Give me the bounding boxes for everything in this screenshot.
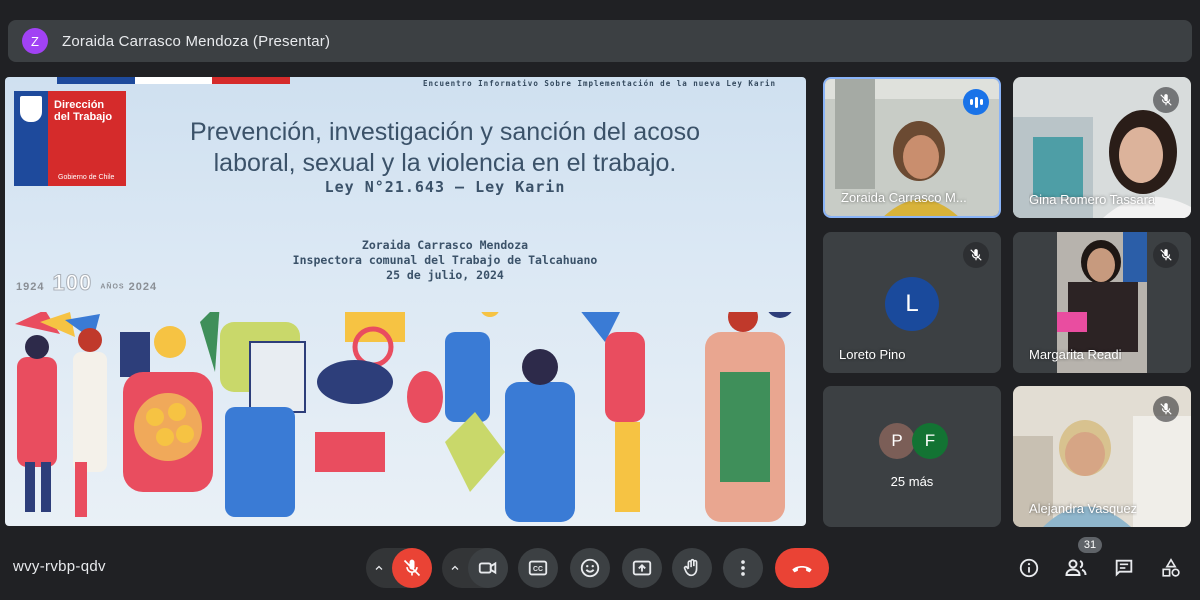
year-start: 1924 — [16, 281, 45, 293]
slide-subtitle: Ley N°21.643 – Ley Karin — [324, 178, 566, 196]
participant-tile-alejandra[interactable]: Alejandra Vasquez — [1013, 386, 1191, 527]
direccion-trabajo-logo: Dirección del Trabajo Gobierno de Chile — [14, 91, 126, 186]
people-icon — [1065, 559, 1087, 576]
participant-tile-loreto[interactable]: L Loreto Pino — [823, 232, 1001, 373]
raise-hand-button[interactable] — [672, 548, 712, 588]
logo-text-line2: del Trabajo — [54, 111, 113, 123]
microphone-off-icon — [1153, 396, 1179, 422]
flag-strip — [57, 77, 291, 84]
participant-tile-zoraida[interactable]: Zoraida Carrasco M... — [823, 77, 1001, 218]
chat-button[interactable] — [1108, 552, 1140, 584]
presenter-title: Zoraida Carrasco Mendoza (Presentar) — [62, 32, 331, 50]
microphone-off-icon — [1153, 242, 1179, 268]
slide-title-line1: Prevención, investigación y sanción del … — [189, 118, 701, 146]
info-icon — [1019, 558, 1039, 578]
slide-presenter-name: Zoraida Carrasco Mendoza — [361, 238, 529, 252]
microphone-off-icon — [403, 559, 421, 577]
meeting-info-button[interactable] — [1013, 552, 1045, 584]
captions-icon: CC — [528, 560, 548, 576]
avatar: F — [912, 423, 948, 459]
presenter-bar: Z Zoraida Carrasco Mendoza (Presentar) — [8, 20, 1192, 62]
slide-title-line2: laboral, sexual y la violencia en el tra… — [213, 149, 677, 177]
avatar: P — [879, 423, 915, 459]
speaking-icon — [963, 89, 989, 115]
camera-button[interactable] — [468, 548, 508, 588]
more-participants-label: 25 más — [890, 474, 934, 489]
microphone-off-button[interactable] — [392, 548, 432, 588]
people-count-badge: 31 — [1078, 537, 1102, 553]
slide-presenter-info: Zoraida Carrasco Mendoza Inspectora comu… — [205, 238, 685, 283]
emoji-button[interactable] — [570, 548, 610, 588]
activities-icon — [1162, 558, 1180, 577]
participant-name: Gina Romero Tassara — [1029, 192, 1156, 207]
year-end: 2024 — [128, 281, 158, 293]
year-label: AÑOS — [100, 283, 125, 291]
logo-gobierno: Gobierno de Chile — [58, 174, 115, 181]
captions-button[interactable]: CC — [518, 548, 558, 588]
emoji-icon — [580, 558, 600, 578]
end-call-icon — [792, 565, 812, 573]
slide-header: Encuentro Informativo Sobre Implementaci… — [423, 79, 776, 88]
participant-name: Loreto Pino — [839, 347, 906, 362]
participant-tile-margarita[interactable]: Margarita Readi — [1013, 232, 1191, 373]
year-center: 100 — [52, 270, 93, 296]
raise-hand-icon — [683, 558, 698, 577]
more-options-button[interactable] — [723, 548, 763, 588]
slide-title: Prevención, investigación y sanción del … — [155, 117, 735, 179]
chevron-up-icon[interactable] — [442, 562, 468, 574]
svg-text:CC: CC — [533, 566, 543, 573]
slide-date: 25 de julio, 2024 — [386, 268, 504, 282]
anniversary-badge: 1924 100 AÑOS 2024 — [16, 270, 157, 296]
microphone-control[interactable] — [366, 548, 432, 588]
participant-name: Alejandra Vasquez — [1029, 501, 1138, 516]
participant-tile-more[interactable]: P F 25 más — [823, 386, 1001, 527]
present-screen-button[interactable] — [622, 548, 662, 588]
slide-presenter-role: Inspectora comunal del Trabajo de Talcah… — [292, 253, 598, 267]
meeting-code: wvy-rvbp-qdv — [13, 558, 106, 575]
camera-icon — [478, 561, 497, 575]
present-screen-icon — [632, 560, 652, 576]
logo-text-line1: Dirección — [54, 99, 105, 111]
participant-name: Zoraida Carrasco M... — [841, 190, 967, 205]
workers-illustration — [15, 312, 792, 522]
chevron-up-icon[interactable] — [366, 562, 392, 574]
avatar: L — [885, 277, 939, 331]
presenter-avatar: Z — [22, 28, 48, 54]
chat-icon — [1115, 559, 1133, 577]
shared-slide: Encuentro Informativo Sobre Implementaci… — [5, 77, 806, 526]
end-call-button[interactable] — [775, 548, 829, 588]
microphone-off-icon — [1153, 87, 1179, 113]
activities-button[interactable] — [1155, 552, 1187, 584]
participant-name: Margarita Readi — [1029, 347, 1122, 362]
microphone-off-icon — [963, 242, 989, 268]
more-options-icon — [741, 560, 745, 576]
coat-of-arms-icon — [20, 96, 42, 122]
people-button[interactable] — [1060, 552, 1092, 584]
camera-control[interactable] — [442, 548, 508, 588]
participant-tile-gina[interactable]: Gina Romero Tassara — [1013, 77, 1191, 218]
